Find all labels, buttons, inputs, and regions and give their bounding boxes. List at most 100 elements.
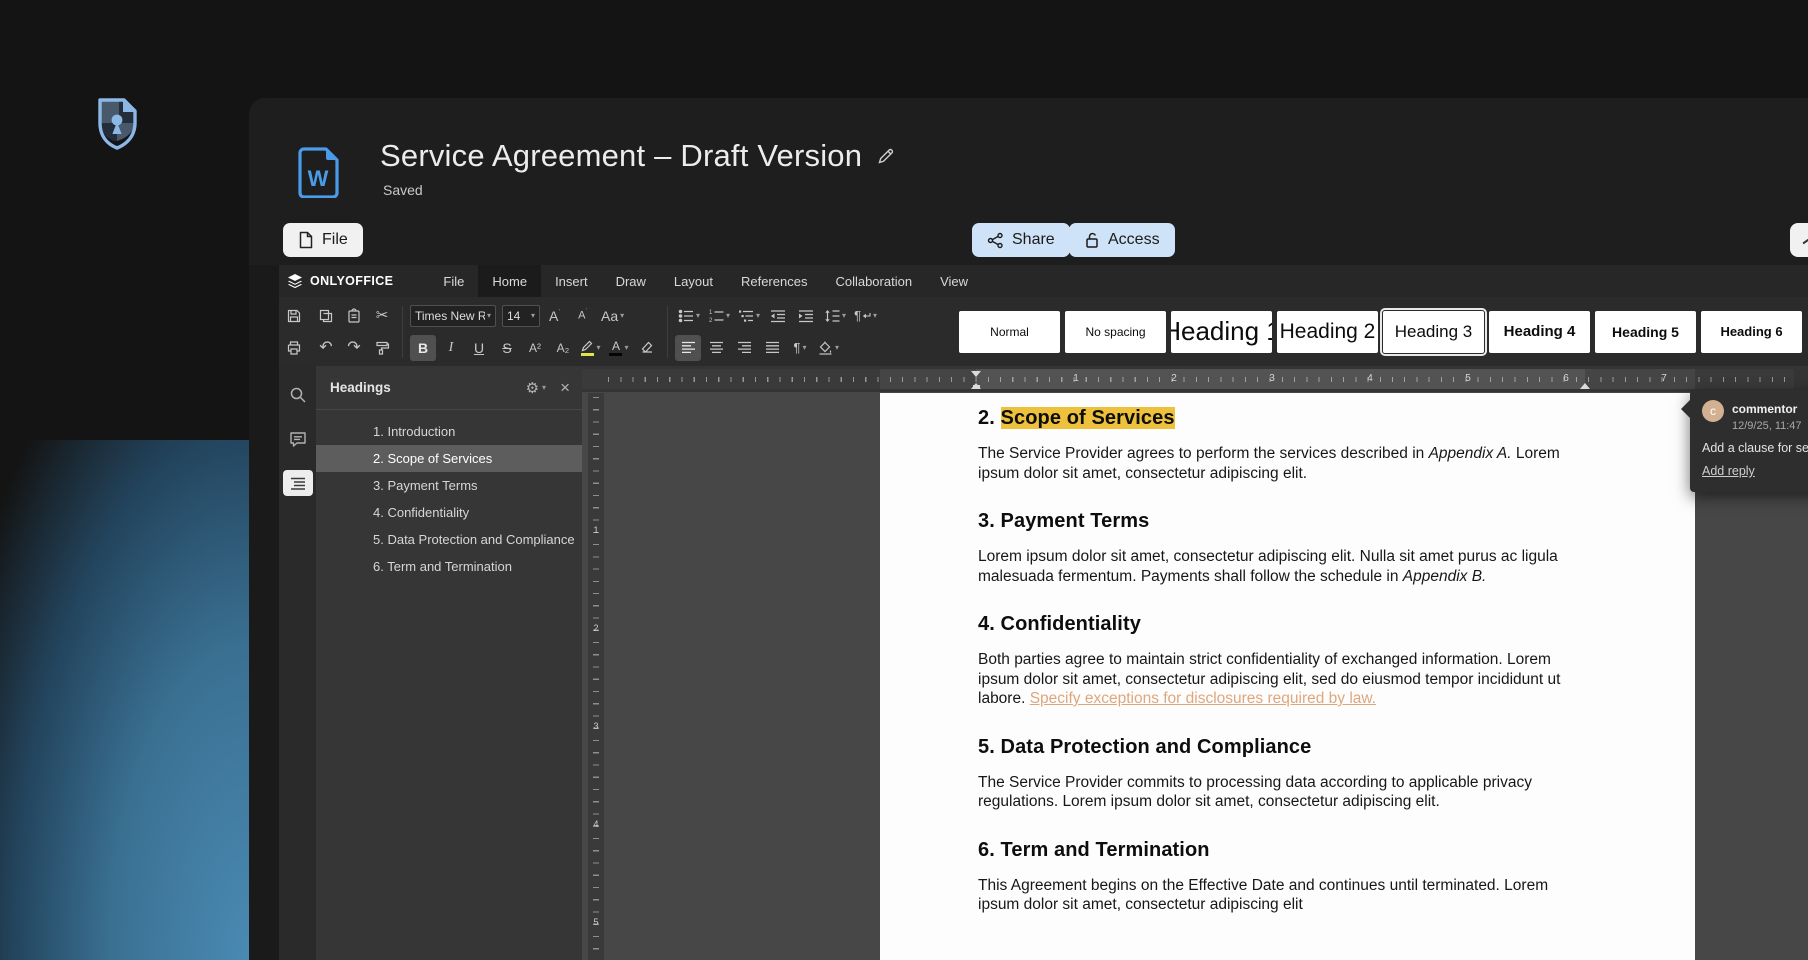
tab-home[interactable]: Home (478, 265, 541, 297)
style-heading-3[interactable]: Heading 3 (1383, 311, 1484, 353)
style-heading-5[interactable]: Heading 5 (1595, 311, 1696, 353)
paste-button[interactable] (341, 303, 367, 329)
underline-button[interactable]: U (466, 335, 492, 361)
strikethrough-button[interactable]: S (494, 335, 520, 361)
save-button[interactable] (281, 303, 307, 329)
add-reply-link[interactable]: Add reply (1702, 464, 1755, 478)
ruler-number: 6 (1563, 373, 1569, 384)
rename-pencil-icon[interactable] (876, 146, 896, 166)
decrease-font-button[interactable]: A˙ (570, 303, 596, 329)
comment-text: Add a clause for ser (1702, 441, 1808, 455)
document-paragraph[interactable]: Lorem ipsum dolor sit amet, consectetur … (978, 547, 1583, 586)
search-icon[interactable] (283, 382, 313, 408)
font-name-select[interactable]: Times New Roman ▾ (410, 305, 496, 327)
highlight-color-button[interactable]: ▾ (578, 335, 604, 361)
numbered-list-button[interactable]: 1 2 ▾ (705, 303, 733, 329)
tab-references[interactable]: References (727, 265, 821, 297)
superscript-button[interactable]: A² (522, 335, 548, 361)
headings-panel-header: Headings ⚙ ▾ × (316, 366, 582, 410)
italic-button[interactable]: I (438, 335, 464, 361)
cut-button[interactable]: ✂ (369, 303, 395, 329)
document-paragraph[interactable]: The Service Provider agrees to perform t… (978, 444, 1583, 483)
onlyoffice-logo-icon (287, 273, 303, 289)
align-right-button[interactable] (731, 335, 757, 361)
editor-window: W Service Agreement – Draft Version Save… (249, 98, 1808, 960)
heading-item-payment-terms[interactable]: 3. Payment Terms (316, 472, 582, 499)
bold-button[interactable]: B (410, 335, 436, 361)
print-button[interactable] (281, 335, 307, 361)
word-document-icon: W (297, 146, 341, 203)
ruler-number: 1 (1073, 373, 1079, 384)
vertical-ruler[interactable]: 1 2 3 4 5 (588, 393, 604, 960)
style-heading-6[interactable]: Heading 6 (1701, 311, 1802, 353)
menu-tabs: File Home Insert Draw Layout References … (429, 265, 982, 297)
file-button[interactable]: File (283, 223, 363, 257)
document-heading[interactable]: 2. Scope of Services (978, 407, 1583, 430)
editing-mode-button-partial[interactable] (1790, 223, 1808, 257)
access-button-label: Access (1108, 231, 1160, 249)
undo-button[interactable]: ↶ (313, 335, 339, 361)
tab-layout[interactable]: Layout (660, 265, 727, 297)
multilevel-list-button[interactable]: ▾ (735, 303, 763, 329)
horizontal-ruler[interactable]: 1 2 3 4 5 6 7 (582, 369, 1794, 389)
font-color-button[interactable]: A ▾ (606, 335, 632, 361)
style-heading-1[interactable]: Heading 1 (1171, 311, 1272, 353)
left-indent-marker[interactable] (973, 385, 980, 389)
comments-icon[interactable] (283, 426, 313, 452)
section-term-and-termination: 6. Term and Termination This Agreement b… (978, 839, 1583, 915)
paragraph-direction-button[interactable]: ¶ ▾ (851, 303, 880, 329)
style-heading-4[interactable]: Heading 4 (1489, 311, 1590, 353)
font-color-swatch (609, 353, 622, 356)
tab-file[interactable]: File (429, 265, 478, 297)
document-paragraph[interactable]: The Service Provider commits to processi… (978, 773, 1583, 812)
left-icon-strip (279, 366, 316, 960)
change-case-button[interactable]: Aa▾ (598, 303, 627, 329)
copy-button[interactable] (313, 303, 339, 329)
format-painter-button[interactable] (369, 335, 395, 361)
justify-button[interactable] (759, 335, 785, 361)
heading-item-term-and-termination[interactable]: 6. Term and Termination (316, 553, 582, 580)
heading-item-introduction[interactable]: 1. Introduction (316, 418, 582, 445)
document-heading[interactable]: 3. Payment Terms (978, 510, 1583, 533)
document-protection-shield-icon (90, 92, 144, 155)
decrease-indent-button[interactable] (765, 303, 791, 329)
document-paragraph[interactable]: Both parties agree to maintain strict co… (978, 650, 1583, 709)
gear-icon[interactable]: ⚙ (526, 379, 539, 397)
style-no-spacing[interactable]: No spacing (1065, 311, 1166, 353)
align-center-button[interactable] (703, 335, 729, 361)
document-heading[interactable]: 6. Term and Termination (978, 839, 1583, 862)
font-size-select[interactable]: 14 ▾ (502, 305, 540, 327)
align-left-button[interactable] (675, 335, 701, 361)
document-paragraph[interactable]: This Agreement begins on the Effective D… (978, 876, 1583, 915)
document-page[interactable]: 2. Scope of Services The Service Provide… (880, 393, 1695, 960)
style-normal[interactable]: Normal (959, 311, 1060, 353)
close-icon[interactable]: × (560, 379, 570, 396)
tab-draw[interactable]: Draw (602, 265, 660, 297)
bullet-list-button[interactable]: ▾ (675, 303, 703, 329)
line-spacing-button[interactable]: ▾ (821, 303, 849, 329)
editor-body: ONLYOFFICE File Home Insert Draw Layout … (249, 265, 1808, 960)
increase-indent-button[interactable] (793, 303, 819, 329)
style-heading-2[interactable]: Heading 2 (1277, 311, 1378, 353)
right-indent-marker[interactable] (1580, 378, 1590, 389)
heading-item-scope-of-services[interactable]: 2. Scope of Services (316, 445, 582, 472)
clear-formatting-button[interactable] (634, 335, 660, 361)
redo-button[interactable]: ↷ (341, 335, 367, 361)
chevron-down-icon[interactable]: ▾ (542, 383, 546, 392)
heading-item-data-protection[interactable]: 5. Data Protection and Compliance (316, 526, 582, 553)
document-heading[interactable]: 4. Confidentiality (978, 613, 1583, 636)
nonprinting-characters-button[interactable]: ¶▾ (787, 335, 813, 361)
tab-collaboration[interactable]: Collaboration (821, 265, 926, 297)
ruler-number: 4 (588, 819, 604, 829)
navigation-headings-icon[interactable] (283, 470, 313, 496)
chevron-down-icon: ▾ (487, 311, 491, 320)
heading-item-confidentiality[interactable]: 4. Confidentiality (316, 499, 582, 526)
tab-insert[interactable]: Insert (541, 265, 602, 297)
tab-view[interactable]: View (926, 265, 982, 297)
share-button[interactable]: Share (972, 223, 1070, 257)
subscript-button[interactable]: A₂ (550, 335, 576, 361)
increase-font-button[interactable]: A˙ (542, 303, 568, 329)
document-heading[interactable]: 5. Data Protection and Compliance (978, 736, 1583, 759)
shading-button[interactable]: ▾ (815, 335, 842, 361)
access-button[interactable]: Access (1069, 223, 1175, 257)
